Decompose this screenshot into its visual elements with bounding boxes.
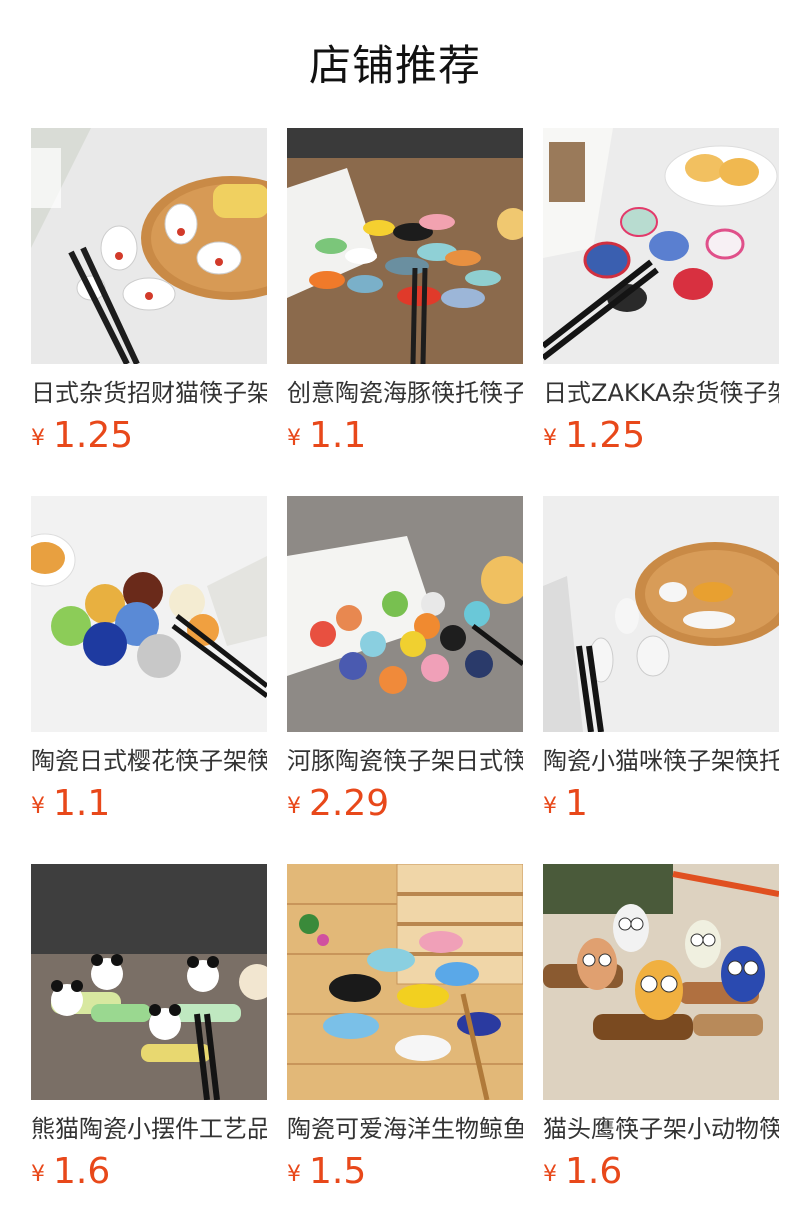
currency-symbol: ¥ [31, 426, 45, 451]
product-card[interactable]: 陶瓷可爱海洋生物鲸鱼 ¥1.5 [287, 864, 523, 1232]
product-card[interactable]: 熊猫陶瓷小摆件工艺品 ¥1.6 [31, 864, 267, 1232]
product-image[interactable] [287, 864, 523, 1100]
price-value: 1.5 [309, 1151, 367, 1192]
price-value: 1 [565, 783, 588, 824]
currency-symbol: ¥ [543, 794, 557, 819]
product-price: ¥1.25 [543, 414, 779, 458]
product-name[interactable]: 陶瓷日式樱花筷子架筷托 [31, 744, 267, 778]
page-title: 店铺推荐 [308, 41, 481, 90]
product-price: ¥1.6 [31, 1150, 267, 1194]
product-price: ¥1.6 [543, 1150, 779, 1194]
product-card[interactable]: 陶瓷日式樱花筷子架筷托 ¥1.1 [31, 496, 267, 864]
product-name[interactable]: 创意陶瓷海豚筷托筷子架 [287, 376, 523, 410]
currency-symbol: ¥ [31, 1162, 45, 1187]
price-value: 2.29 [309, 783, 390, 824]
product-price: ¥1.1 [31, 782, 267, 826]
product-image[interactable] [31, 128, 267, 364]
product-card[interactable]: 猫头鹰筷子架小动物筷托 ¥1.6 [543, 864, 779, 1232]
product-name[interactable]: 陶瓷小猫咪筷子架筷托 [543, 744, 779, 778]
product-image[interactable] [543, 496, 779, 732]
currency-symbol: ¥ [287, 1162, 301, 1187]
price-value: 1.6 [53, 1151, 111, 1192]
product-price: ¥1.5 [287, 1150, 523, 1194]
currency-symbol: ¥ [287, 794, 301, 819]
product-image[interactable] [31, 496, 267, 732]
product-image[interactable] [287, 128, 523, 364]
price-value: 1.25 [53, 415, 134, 456]
product-card[interactable]: 日式杂货招财猫筷子架筷托 ¥1.25 [31, 128, 267, 496]
product-image[interactable] [543, 128, 779, 364]
product-name[interactable]: 日式杂货招财猫筷子架筷托 [31, 376, 267, 410]
product-card[interactable]: 日式ZAKKA杂货筷子架 ¥1.25 [543, 128, 779, 496]
product-card[interactable]: 创意陶瓷海豚筷托筷子架 ¥1.1 [287, 128, 523, 496]
currency-symbol: ¥ [543, 426, 557, 451]
product-price: ¥1.25 [31, 414, 267, 458]
product-image[interactable] [543, 864, 779, 1100]
product-name[interactable]: 陶瓷可爱海洋生物鲸鱼 [287, 1112, 523, 1146]
product-name[interactable]: 河豚陶瓷筷子架日式筷托 [287, 744, 523, 778]
price-value: 1.1 [309, 415, 367, 456]
currency-symbol: ¥ [287, 426, 301, 451]
currency-symbol: ¥ [31, 794, 45, 819]
product-grid: 日式杂货招财猫筷子架筷托 ¥1.25 [31, 128, 779, 1232]
price-value: 1.25 [565, 415, 646, 456]
product-card[interactable]: 陶瓷小猫咪筷子架筷托 ¥1 [543, 496, 779, 864]
product-card[interactable]: 河豚陶瓷筷子架日式筷托 ¥2.29 [287, 496, 523, 864]
product-name[interactable]: 熊猫陶瓷小摆件工艺品 [31, 1112, 267, 1146]
product-price: ¥1 [543, 782, 779, 826]
product-name[interactable]: 猫头鹰筷子架小动物筷托 [543, 1112, 779, 1146]
product-image[interactable] [287, 496, 523, 732]
product-price: ¥1.1 [287, 414, 523, 458]
product-price: ¥2.29 [287, 782, 523, 826]
product-image[interactable] [31, 864, 267, 1100]
price-value: 1.6 [565, 1151, 623, 1192]
price-value: 1.1 [53, 783, 111, 824]
product-name[interactable]: 日式ZAKKA杂货筷子架 [543, 376, 779, 410]
currency-symbol: ¥ [543, 1162, 557, 1187]
